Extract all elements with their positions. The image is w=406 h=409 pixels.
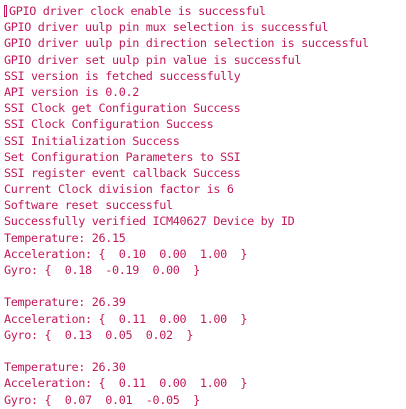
console-line: GPIO driver uulp pin mux selection is su… — [4, 20, 329, 35]
console-line: SSI Clock get Configuration Success — [4, 101, 241, 116]
console-line: Acceleration: { 0.10 0.00 1.00 } — [4, 246, 248, 261]
console-line: SSI version is fetched successfully — [4, 68, 241, 83]
console-line: Temperature: 26.39 — [4, 295, 126, 310]
console-line: Acceleration: { 0.11 0.00 1.00 } — [4, 311, 248, 326]
console-line: SSI Clock Configuration Success — [4, 117, 214, 132]
console-line: Gyro: { 0.07 0.01 -0.05 } — [4, 392, 200, 407]
serial-console-output: GPIO driver clock enable is successful G… — [0, 0, 406, 409]
console-line: Temperature: 26.30 — [4, 360, 126, 375]
console-line-text: GPIO driver clock enable is successful — [9, 4, 266, 18]
console-line: Successfully verified ICM40627 Device by… — [4, 214, 295, 229]
console-line: SSI Initialization Success — [4, 133, 180, 148]
console-line: Acceleration: { 0.11 0.00 1.00 } — [4, 376, 248, 391]
console-line: API version is 0.0.2 — [4, 84, 140, 99]
console-line: Gyro: { 0.13 0.05 0.02 } — [4, 327, 194, 342]
console-line: Current Clock division factor is 6 — [4, 182, 234, 197]
cursor-marker-icon — [4, 5, 7, 17]
console-line: Temperature: 26.15 — [4, 230, 126, 245]
console-line: GPIO driver set uulp pin value is succes… — [4, 52, 302, 67]
console-line: Software reset successful — [4, 198, 173, 213]
console-line: Set Configuration Parameters to SSI — [4, 149, 241, 164]
console-line: GPIO driver uulp pin direction selection… — [4, 36, 369, 51]
console-line: SSI register event callback Success — [4, 165, 241, 180]
console-line: GPIO driver clock enable is successful — [4, 3, 406, 19]
console-line: Gyro: { 0.18 -0.19 0.00 } — [4, 263, 200, 277]
